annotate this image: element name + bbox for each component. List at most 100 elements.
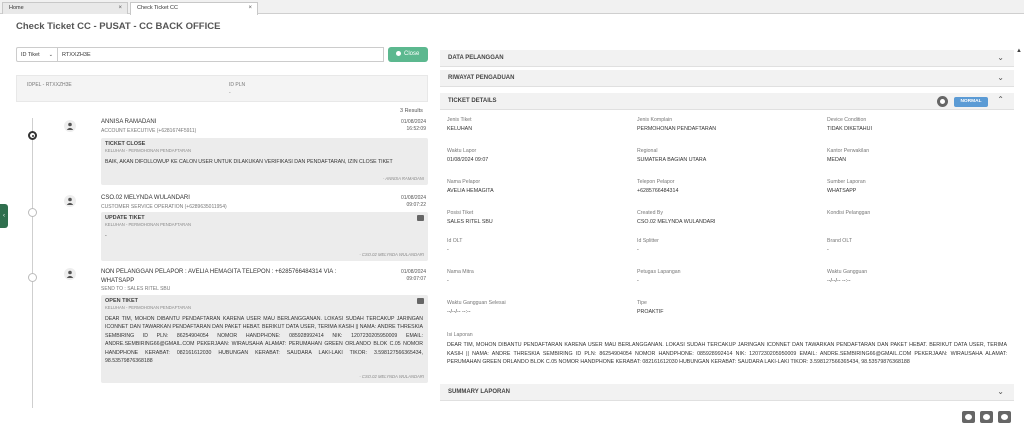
field-value: - [447, 247, 449, 253]
field-value: WHATSAPP [827, 188, 857, 194]
idpel-label: IDPEL - RTXXZH3E [27, 82, 72, 88]
field-label: Petugas Lapangan [637, 269, 681, 275]
field-value: CSO.02 MELYNDA WULANDARI [637, 219, 716, 225]
card-body: - [105, 233, 107, 239]
entry-datetime: 01/08/2024 16:52:09 [366, 119, 426, 133]
status-icon [937, 96, 948, 107]
avatar [64, 195, 76, 207]
field-value: - [637, 247, 639, 253]
entry-time: 09:07:07 [406, 276, 426, 282]
select-value: ID Tiket [21, 52, 40, 58]
search-input[interactable]: RTXXZH3E [58, 47, 384, 62]
timeline-line [32, 118, 33, 408]
card-subtitle: KELUHAN - PERMOHONAN PENDAFTARAN [105, 305, 192, 310]
detail-field: Kondisi Pelanggan [827, 210, 870, 219]
scroll-up-icon[interactable]: ▲ [1016, 48, 1022, 54]
timeline-dot [28, 208, 37, 217]
accordion-title: TICKET DETAILS [448, 98, 497, 104]
detail-field: Posisi Tiket SALES RITEL SBU [447, 210, 493, 225]
idpel-bar: IDPEL - RTXXZH3E ID PLN - [16, 75, 428, 102]
detail-field: Jenis Tiket KELUHAN [447, 117, 472, 132]
accordion-riwayat-pengaduan[interactable]: RIWAYAT PENGADUAN ⌄ [440, 70, 1014, 87]
entry-role: CUSTOMER SERVICE OPERATION (+62896350119… [101, 204, 227, 210]
chevron-up-icon: ⌃ [997, 95, 1004, 104]
accordion-summary-laporan[interactable]: SUMMARY LAPORAN ⌄ [440, 384, 1014, 401]
entry-name: CSO.02 MELYNDA WULANDARI [101, 195, 190, 201]
detail-field: Sumber Laporan WHATSAPP [827, 179, 866, 194]
search-row: ID Tiket ⌄ RTXXZH3E Close [16, 47, 428, 62]
accordion-title: RIWAYAT PENGADUAN [448, 75, 515, 81]
detail-field: Nama Mitra - [447, 269, 474, 284]
card-subtitle: KELUHAN - PERMOHONAN PENDAFTARAN [105, 148, 192, 153]
search-type-select[interactable]: ID Tiket ⌄ [16, 47, 58, 62]
detail-field: Created By CSO.02 MELYNDA WULANDARI [637, 210, 716, 225]
field-value: PERMOHONAN PENDAFTARAN [637, 126, 717, 132]
detail-field: Id Splitter - [637, 238, 659, 253]
entry-date: 01/08/2024 [400, 119, 426, 125]
field-value: - [827, 247, 829, 253]
detail-field: Waktu Gangguan --/--/-- --:-- [827, 269, 867, 284]
close-icon[interactable]: × [248, 5, 252, 11]
tab-label: Check Ticket CC [137, 5, 178, 11]
idpln-value: - [229, 90, 231, 96]
field-label: Created By [637, 210, 663, 216]
field-label: Tipe [637, 300, 647, 306]
entry-time: 16:52:09 [406, 126, 426, 132]
entry-name: ANNISA RAMADANI [101, 119, 157, 125]
card-body: BAIK, AKAN DIFOLLOWUP KE CALON USER UNTU… [105, 159, 393, 165]
close-button-label: Close [404, 51, 420, 57]
panel-toggle-button[interactable]: ‹ [0, 204, 8, 228]
field-value: --/--/-- --:-- [827, 278, 851, 284]
timeline-dot [28, 273, 37, 282]
card-body: DEAR TIM, MOHON DIBANTU PENDAFTARAN KARE… [105, 316, 423, 365]
field-value: - [637, 278, 639, 284]
chevron-down-icon: ⌄ [48, 52, 53, 58]
accordion-ticket-details[interactable]: TICKET DETAILS NORMAL ⌃ [440, 93, 1014, 110]
detail-field: Regional SUMATERA BAGIAN UTARA [637, 148, 706, 163]
timeline-dot-active [28, 131, 37, 140]
chevron-left-icon: ‹ [3, 213, 5, 219]
card-title: TICKET CLOSE [105, 141, 146, 147]
entry-role: ACCOUNT EXECUTIVE (+6281674F5911) [101, 128, 197, 134]
field-label: Kantor Perwakilan [827, 148, 870, 154]
field-label: Jenis Tiket [447, 117, 472, 123]
detail-field: Telepon Pelapor +6285766484314 [637, 179, 678, 194]
field-value: KELUHAN [447, 126, 473, 132]
field-value: - [447, 278, 449, 284]
user-icon [66, 197, 74, 205]
ticket-card: TICKET CLOSE KELUHAN - PERMOHONAN PENDAF… [101, 138, 428, 185]
detail-field: Petugas Lapangan - [637, 269, 681, 284]
eye-icon-button[interactable] [980, 411, 993, 423]
isi-laporan-value: DEAR TIM, MOHON DIBANTU PENDAFTARAN KARE… [447, 342, 1007, 365]
close-circle-icon [396, 51, 401, 56]
close-button[interactable]: Close [388, 47, 428, 62]
tab-label: Home [9, 5, 24, 11]
results-count: 3 Results [400, 108, 423, 114]
field-label: Posisi Tiket [447, 210, 474, 216]
history-icon-button[interactable] [998, 411, 1011, 423]
entry-name: NON PELANGGAN PELAPOR : AVELIA HEMAGITA … [101, 269, 337, 284]
image-icon[interactable] [417, 215, 424, 221]
entry-datetime: 01/08/2024 09:07:22 [366, 195, 426, 209]
close-icon[interactable]: × [118, 5, 122, 11]
card-title: UPDATE TIKET [105, 215, 145, 221]
avatar [64, 120, 76, 132]
entry-time: 09:07:22 [406, 202, 426, 208]
field-value: MEDAN [827, 157, 847, 163]
field-value: AVELIA HEMAGITA [447, 188, 494, 194]
image-icon[interactable] [417, 298, 424, 304]
field-value: PROAKTIF [637, 309, 664, 315]
tab-bar: Home × Check Ticket CC × [0, 0, 1024, 15]
page-title: Check Ticket CC - PUSAT - CC BACK OFFICE [16, 21, 221, 32]
tab-home[interactable]: Home × [2, 2, 128, 14]
detail-field: Brand OLT - [827, 238, 852, 253]
field-label: Brand OLT [827, 238, 852, 244]
detail-field: Waktu Lapor 01/08/2024 09:07 [447, 148, 488, 163]
ticket-card: UPDATE TIKET KELUHAN - PERMOHONAN PENDAF… [101, 212, 428, 261]
field-label: Id OLT [447, 238, 463, 244]
accordion-title: SUMMARY LAPORAN [448, 389, 511, 395]
tab-check-ticket[interactable]: Check Ticket CC × [130, 2, 258, 15]
accordion-data-pelanggan[interactable]: DATA PELANGGAN ⌄ [440, 50, 1014, 67]
group-icon-button[interactable] [962, 411, 975, 423]
field-value: 01/08/2024 09:07 [447, 157, 489, 163]
